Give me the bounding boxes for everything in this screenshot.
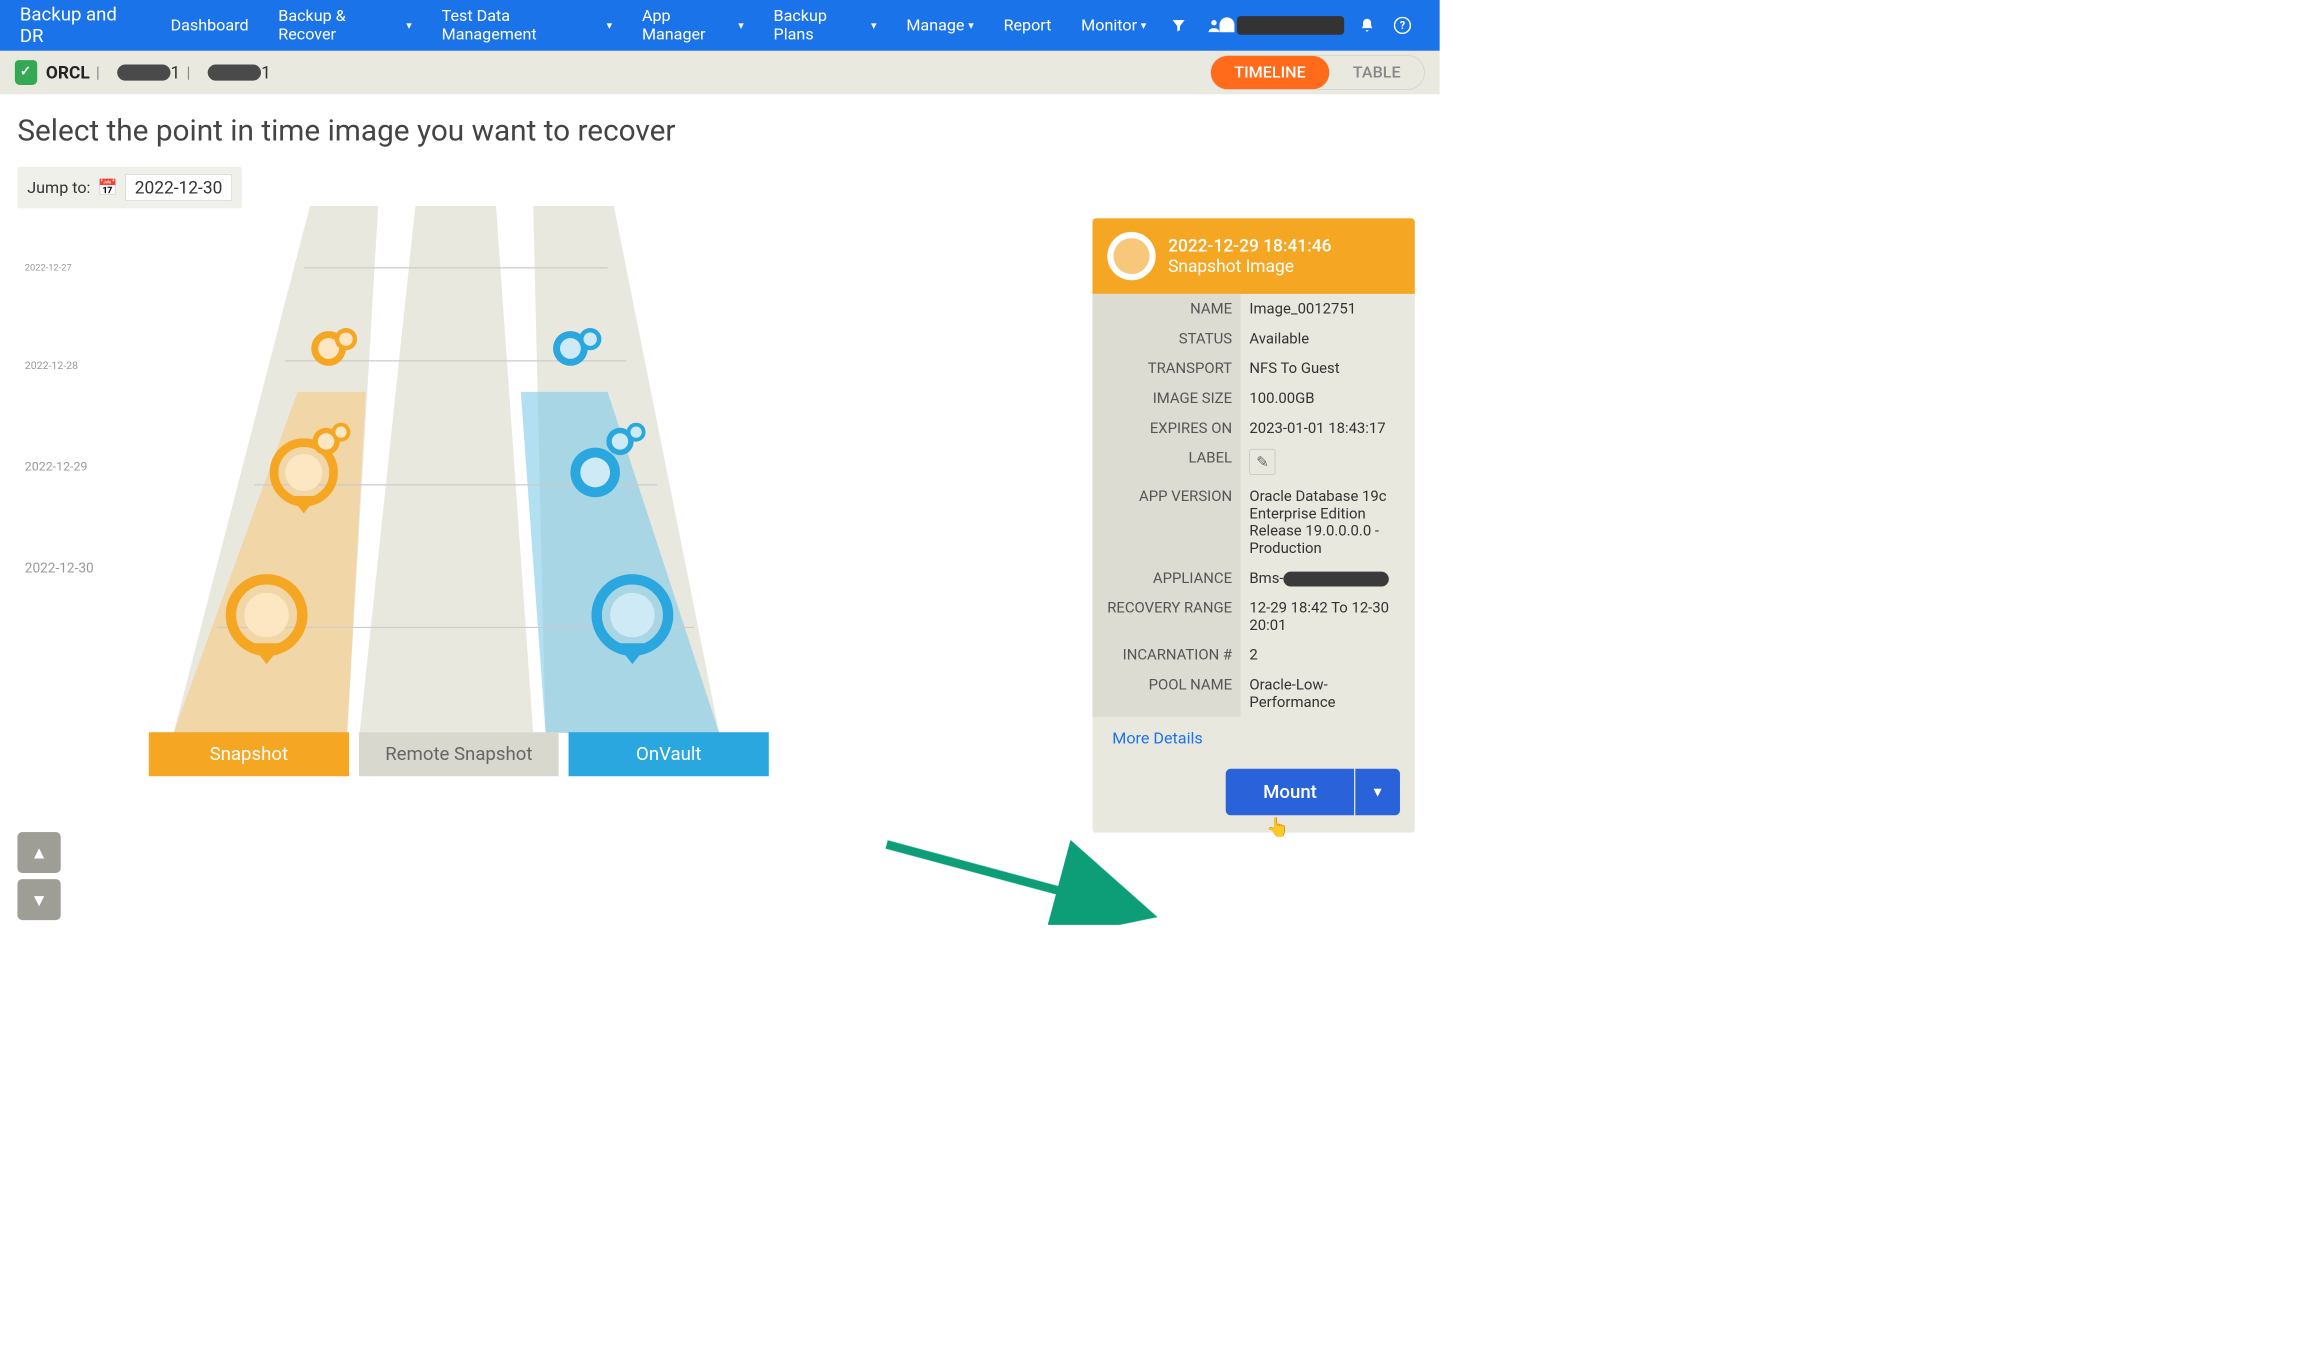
chevron-down-icon: ▾ xyxy=(968,19,974,32)
annotation-arrow xyxy=(880,838,1165,925)
lane-remote-snapshot[interactable]: Remote Snapshot xyxy=(359,732,559,776)
brand-title: Backup and DR xyxy=(20,4,141,47)
lane-labels: Snapshot Remote Snapshot OnVault xyxy=(149,732,769,776)
user-name-redacted[interactable] xyxy=(1237,16,1345,35)
onvault-pin[interactable] xyxy=(627,423,646,442)
nav-backup-recover[interactable]: Backup & Recover▾ xyxy=(263,7,426,44)
snapshot-ring-icon xyxy=(1107,232,1155,280)
image-details-panel: 2022-12-29 18:41:46 Snapshot Image NAMEI… xyxy=(1092,218,1414,832)
view-timeline-tab[interactable]: TIMELINE xyxy=(1211,56,1330,89)
tick: 2022-12-30 xyxy=(25,560,94,576)
mount-dropdown-button[interactable]: ▼ xyxy=(1355,769,1400,816)
nav-dashboard[interactable]: Dashboard xyxy=(156,16,264,35)
bell-icon[interactable] xyxy=(1357,15,1377,36)
panel-header: 2022-12-29 18:41:46 Snapshot Image xyxy=(1092,218,1414,294)
edit-label-icon[interactable]: ✎ xyxy=(1249,449,1275,475)
tick: 2022-12-27 xyxy=(25,262,94,273)
host-redacted-1 xyxy=(117,64,170,80)
onvault-pin[interactable] xyxy=(597,579,668,664)
cursor-icon: 👆 xyxy=(1266,817,1289,839)
top-navbar: Backup and DR Dashboard Backup & Recover… xyxy=(0,0,1440,51)
svg-text:?: ? xyxy=(1399,19,1405,32)
nav-backup-plans[interactable]: Backup Plans▾ xyxy=(759,7,892,44)
chevron-down-icon: ▾ xyxy=(406,19,412,32)
timeline-scroll-up-button[interactable]: ▲ xyxy=(17,832,60,873)
chevron-down-icon: ▾ xyxy=(871,19,877,32)
view-toggle: TIMELINE TABLE xyxy=(1210,55,1425,90)
image-type: Snapshot Image xyxy=(1168,256,1331,276)
onvault-pin[interactable] xyxy=(570,448,620,498)
lane-snapshot[interactable]: Snapshot xyxy=(149,732,349,776)
timeline-board: Snapshot Remote Snapshot OnVault xyxy=(149,206,769,776)
chevron-down-icon: ▾ xyxy=(738,19,744,32)
jump-label: Jump to: xyxy=(27,178,90,197)
nav-report[interactable]: Report xyxy=(989,16,1067,35)
detail-val: Image_0012751 xyxy=(1241,294,1415,324)
mount-button[interactable]: Mount xyxy=(1226,769,1354,816)
app-name: ORCL xyxy=(46,62,90,82)
host-redacted-2 xyxy=(208,64,261,80)
tick: 2022-12-28 xyxy=(25,360,94,372)
lane-onvault[interactable]: OnVault xyxy=(569,732,769,776)
shield-check-icon xyxy=(15,60,37,85)
details-table: NAMEImage_0012751 STATUSAvailable TRANSP… xyxy=(1092,294,1414,717)
more-details-link[interactable]: More Details xyxy=(1092,717,1414,760)
chevron-down-icon: ▾ xyxy=(1141,19,1147,32)
nav-monitor[interactable]: Monitor▾ xyxy=(1066,16,1161,35)
view-table-tab[interactable]: TABLE xyxy=(1329,56,1424,89)
jump-date-input[interactable]: 2022-12-30 xyxy=(125,174,231,201)
host-suffix-1: 1 xyxy=(171,62,181,82)
detail-key: NAME xyxy=(1092,294,1240,324)
image-datetime: 2022-12-29 18:41:46 xyxy=(1168,236,1331,256)
context-bar: ORCL | 1 | 1 TIMELINE TABLE xyxy=(0,51,1440,94)
jump-to-control: Jump to: 📅 2022-12-30 xyxy=(17,167,241,209)
filter-icon[interactable] xyxy=(1169,15,1189,36)
calendar-icon[interactable]: 📅 xyxy=(98,178,118,197)
page-title: Select the point in time image you want … xyxy=(17,113,1422,148)
appliance-redacted xyxy=(1284,571,1389,586)
chevron-down-icon: ▾ xyxy=(607,19,613,32)
nav-app-manager[interactable]: App Manager▾ xyxy=(627,7,759,44)
snapshot-pin[interactable] xyxy=(335,328,357,350)
snapshot-pin[interactable] xyxy=(231,579,302,664)
timeline-date-ticks: 2022-12-27 2022-12-28 2022-12-29 2022-12… xyxy=(25,262,94,663)
nav-manage[interactable]: Manage▾ xyxy=(891,16,988,35)
onvault-pin[interactable] xyxy=(579,328,601,350)
host-suffix-2: 1 xyxy=(261,62,271,82)
nav-test-data-mgmt[interactable]: Test Data Management▾ xyxy=(427,7,627,44)
pins-layer xyxy=(149,206,769,733)
snapshot-pin[interactable] xyxy=(332,423,351,442)
help-icon[interactable]: ? xyxy=(1392,15,1412,36)
timeline-scroll-down-button[interactable]: ▼ xyxy=(17,879,60,920)
tick: 2022-12-29 xyxy=(25,459,94,474)
